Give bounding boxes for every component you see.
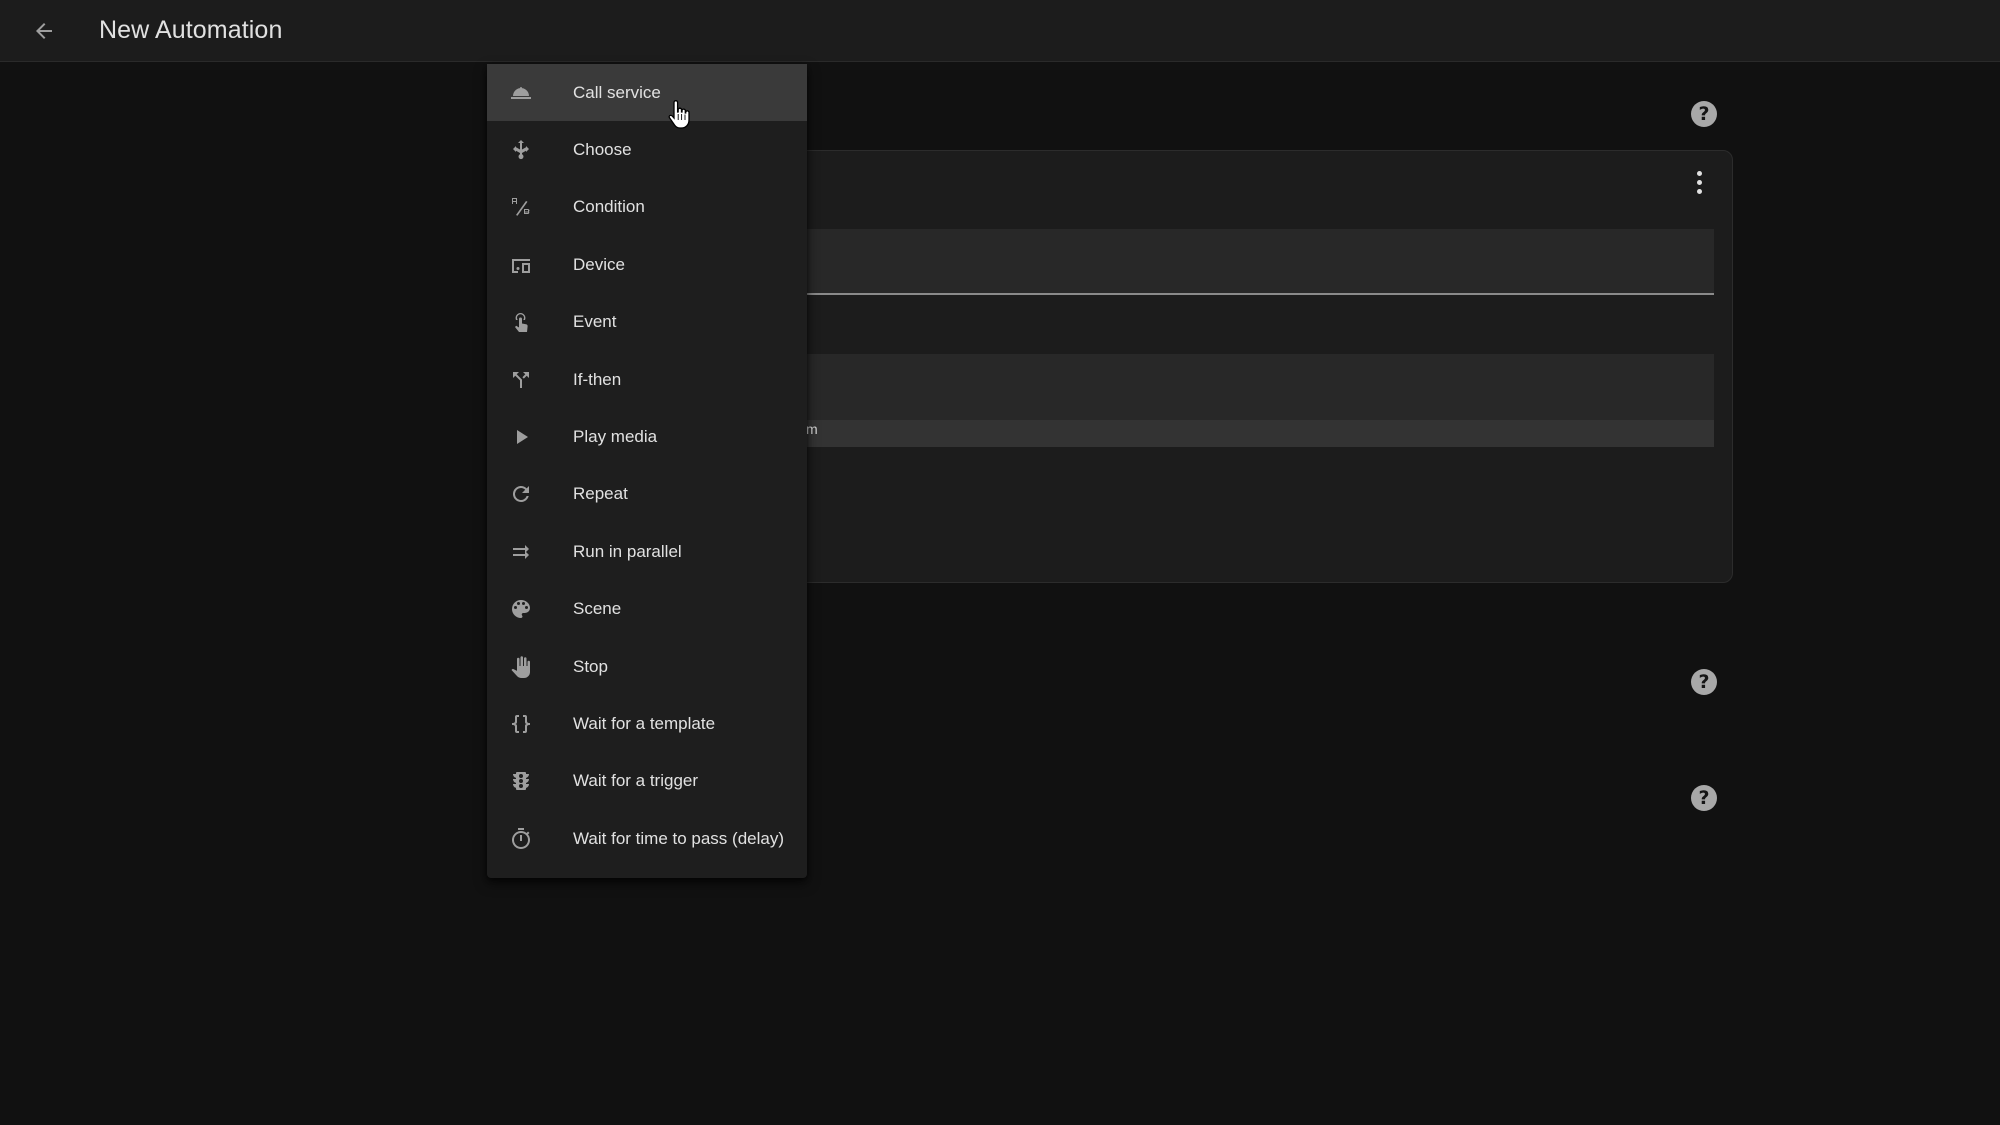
play-icon [508, 424, 534, 450]
parallel-arrows-icon [508, 539, 534, 565]
refresh-icon [508, 481, 534, 507]
menu-item-label: Wait for a template [573, 713, 716, 733]
card-overflow-menu-button[interactable] [1684, 165, 1714, 199]
code-braces-icon [508, 711, 534, 737]
help-glyph: ? [1698, 671, 1710, 693]
field-option-bar[interactable] [761, 420, 1714, 447]
menu-item-play-media[interactable]: Play media [487, 408, 807, 465]
help-glyph: ? [1698, 103, 1710, 125]
menu-item-event[interactable]: Event [487, 294, 807, 351]
menu-item-wait-for-delay[interactable]: Wait for time to pass (delay) [487, 810, 807, 867]
menu-item-scene[interactable]: Scene [487, 581, 807, 638]
app-root: New Automation ? ? ? m Call service Choo… [0, 0, 2000, 1125]
menu-item-label: Event [573, 312, 617, 332]
add-action-menu: Call service Choose Condition Device Eve [487, 64, 807, 878]
menu-item-label: Wait for time to pass (delay) [573, 828, 784, 848]
select-field[interactable] [761, 354, 1714, 420]
page-title: New Automation [99, 16, 283, 44]
menu-item-device[interactable]: Device [487, 236, 807, 293]
menu-item-label: Wait for a trigger [573, 771, 699, 791]
menu-item-wait-for-template[interactable]: Wait for a template [487, 695, 807, 752]
help-circle-icon[interactable]: ? [1691, 669, 1717, 695]
timer-icon [508, 826, 534, 852]
arrow-left-icon [36, 23, 52, 39]
menu-item-label: Call service [573, 82, 661, 102]
dots-vertical-icon [1696, 170, 1702, 176]
source-branch-arrows-icon [508, 137, 534, 163]
hand-pointer-cursor-icon [668, 100, 690, 129]
dots-vertical-icon [1696, 179, 1702, 185]
menu-item-run-in-parallel[interactable]: Run in parallel [487, 523, 807, 580]
hand-stop-icon [508, 654, 534, 680]
menu-item-wait-for-trigger[interactable]: Wait for a trigger [487, 753, 807, 810]
a-b-condition-icon [508, 194, 534, 220]
help-circle-icon[interactable]: ? [1691, 101, 1717, 127]
menu-item-label: Device [573, 254, 625, 274]
menu-item-repeat[interactable]: Repeat [487, 466, 807, 523]
menu-item-call-service[interactable]: Call service [487, 64, 807, 122]
menu-item-label: Condition [573, 197, 645, 217]
action-card: m [760, 150, 1733, 583]
menu-item-label: Choose [573, 140, 632, 160]
dots-vertical-icon [1696, 188, 1702, 194]
menu-item-label: Scene [573, 599, 622, 619]
menu-item-stop[interactable]: Stop [487, 638, 807, 695]
palette-icon [508, 596, 534, 622]
menu-item-label: Repeat [573, 484, 628, 504]
room-service-bell-icon [508, 80, 534, 106]
menu-item-label: Stop [573, 656, 608, 676]
menu-item-if-then[interactable]: If-then [487, 351, 807, 408]
help-circle-icon[interactable]: ? [1691, 785, 1717, 811]
menu-item-label: Play media [573, 427, 658, 447]
devices-icon [508, 252, 534, 278]
top-app-bar: New Automation [0, 0, 2000, 62]
call-split-icon [508, 367, 534, 393]
menu-item-label: If-then [573, 369, 622, 389]
menu-item-condition[interactable]: Condition [487, 179, 807, 236]
menu-item-choose[interactable]: Choose [487, 121, 807, 178]
traffic-light-icon [508, 768, 534, 794]
gesture-tap-icon [508, 309, 534, 335]
back-button[interactable] [24, 11, 64, 51]
menu-item-label: Run in parallel [573, 541, 682, 561]
help-glyph: ? [1698, 787, 1710, 809]
text-field[interactable] [761, 229, 1714, 295]
field-text-fragment: m [806, 421, 818, 437]
